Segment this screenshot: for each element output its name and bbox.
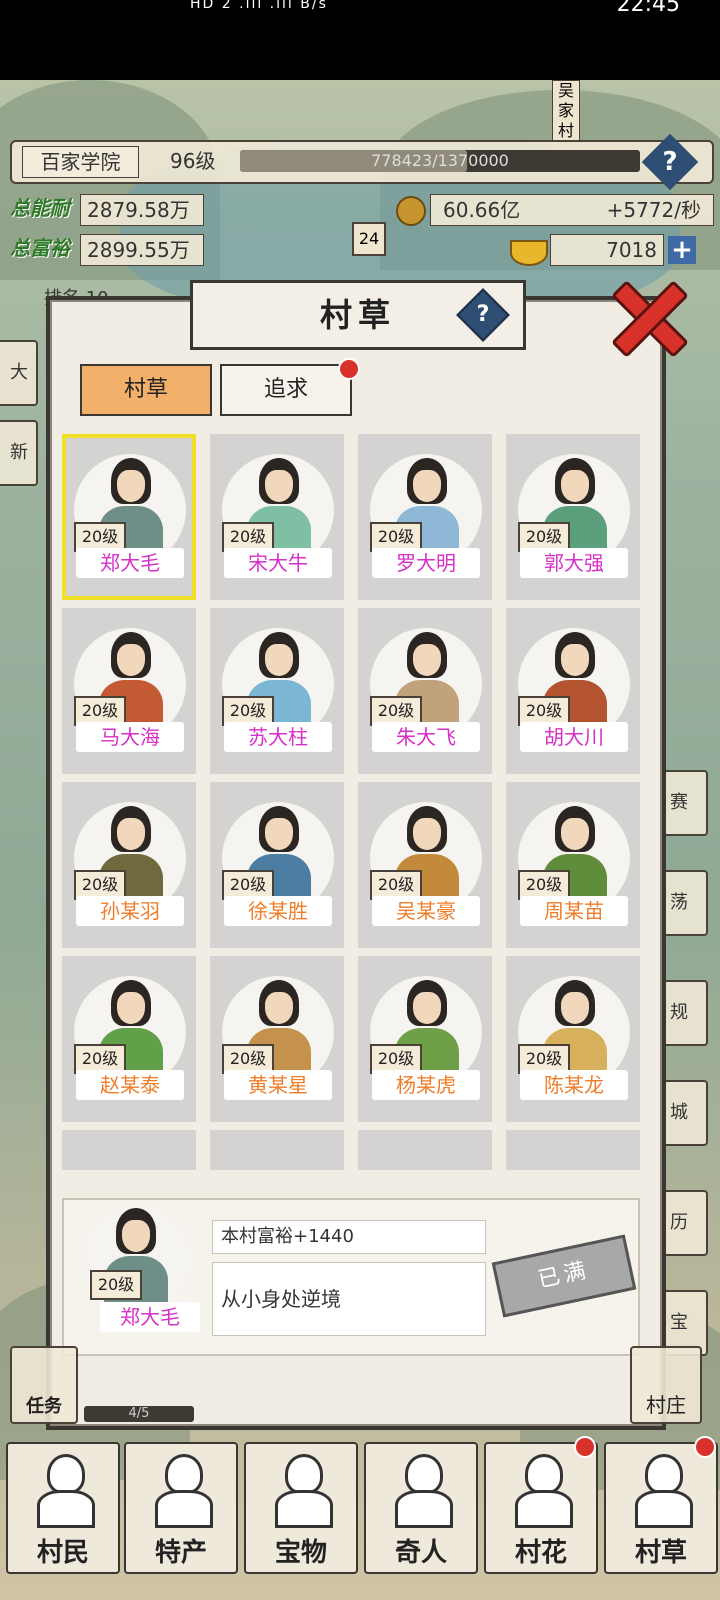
character-name: 孙某羽 — [76, 896, 184, 926]
character-name: 赵某泰 — [76, 1070, 184, 1100]
specialty-icon — [151, 1454, 213, 1528]
character-name: 马大海 — [76, 722, 184, 752]
character-card[interactable]: 20级 罗大明 — [358, 434, 492, 600]
map-sign[interactable]: 吴家村 — [552, 80, 580, 142]
village-belle-icon — [511, 1454, 573, 1528]
nav-strangers[interactable]: 奇人 — [364, 1442, 478, 1574]
character-card[interactable]: 20级 马大海 — [62, 608, 196, 774]
side-button-da[interactable]: 大 — [0, 340, 38, 406]
coin-rate: +5772/秒 — [606, 198, 701, 222]
detail-description: 从小身处逆境 — [212, 1262, 486, 1336]
notification-dot — [338, 358, 360, 380]
character-card-partial[interactable] — [62, 1130, 196, 1170]
add-ingot-button[interactable]: + — [668, 236, 696, 264]
character-name: 黄某星 — [224, 1070, 332, 1100]
character-card[interactable]: 20级 徐某胜 — [210, 782, 344, 948]
character-card[interactable]: 20级 朱大飞 — [358, 608, 492, 774]
detail-bonus: 本村富裕+1440 — [212, 1220, 486, 1254]
task-progress: 4/5 — [84, 1406, 194, 1422]
detail-name: 郑大毛 — [100, 1302, 200, 1332]
college-level: 96级 — [170, 149, 216, 173]
college-name[interactable]: 百家学院 — [22, 146, 139, 178]
character-card[interactable]: 20级 苏大柱 — [210, 608, 344, 774]
character-name: 朱大飞 — [372, 722, 480, 752]
village-belle-dot — [574, 1436, 596, 1458]
help-icon[interactable]: ? — [641, 133, 699, 191]
total-ability-label: 总能耐 — [10, 196, 70, 220]
character-name: 杨某虎 — [372, 1070, 480, 1100]
nav-specialty[interactable]: 特产 — [124, 1442, 238, 1574]
character-card[interactable]: 20级 杨某虎 — [358, 956, 492, 1122]
ingot-icon — [510, 240, 548, 266]
character-card-partial[interactable] — [358, 1130, 492, 1170]
character-card[interactable]: 20级 黄某星 — [210, 956, 344, 1122]
character-name: 陈某龙 — [520, 1070, 628, 1100]
task-button[interactable]: 任务 — [10, 1346, 78, 1424]
village-button[interactable]: 村庄 — [630, 1346, 702, 1424]
stranger-icon — [391, 1454, 453, 1528]
coin-box: 60.66亿 +5772/秒 — [430, 194, 714, 226]
detail-level-badge: 20级 — [90, 1270, 142, 1300]
character-name: 郭大强 — [520, 548, 628, 578]
total-ability-value: 2879.58万 — [80, 194, 204, 226]
character-card[interactable]: 20级 周某苗 — [506, 782, 640, 948]
character-card[interactable]: 20级 胡大川 — [506, 608, 640, 774]
character-name: 宋大牛 — [224, 548, 332, 578]
ingot-value: 7018 — [550, 234, 664, 266]
character-card[interactable]: 20级 郑大毛 — [62, 434, 196, 600]
nav-treasure[interactable]: 宝物 — [244, 1442, 358, 1574]
clock: 22:45 — [616, 0, 680, 17]
tab-pursuit[interactable]: 追求 — [220, 364, 352, 416]
character-name: 苏大柱 — [224, 722, 332, 752]
character-name: 周某苗 — [520, 896, 628, 926]
villager-icon — [33, 1454, 95, 1528]
coin-icon — [396, 196, 426, 226]
character-card-partial[interactable] — [210, 1130, 344, 1170]
xp-bar: 778423/1370000 — [240, 150, 640, 172]
nav-villagers[interactable]: 村民 — [6, 1442, 120, 1574]
character-name: 胡大川 — [520, 722, 628, 752]
full-status-stamp: 已满 — [491, 1234, 637, 1318]
character-detail: 20级 郑大毛 本村富裕+1440 从小身处逆境 已满 — [62, 1198, 640, 1356]
status-left: HD 2 .ıll .ıll B/s — [190, 0, 328, 12]
xp-text: 778423/1370000 — [371, 151, 509, 170]
character-name: 郑大毛 — [76, 548, 184, 578]
character-name: 罗大明 — [372, 548, 480, 578]
nav-village-belle[interactable]: 村花 — [484, 1442, 598, 1574]
character-card-partial[interactable] — [506, 1130, 640, 1170]
tab-cuncao[interactable]: 村草 — [80, 364, 212, 416]
character-card[interactable]: 20级 孙某羽 — [62, 782, 196, 948]
task-label: 任务 — [26, 1396, 62, 1417]
coin-value: 60.66亿 — [443, 198, 521, 222]
close-icon[interactable] — [611, 280, 689, 358]
village-beau-dot — [694, 1436, 716, 1458]
total-wealth-label: 总富裕 — [10, 236, 70, 260]
character-card[interactable]: 20级 郭大强 — [506, 434, 640, 600]
character-card[interactable]: 20级 赵某泰 — [62, 956, 196, 1122]
day-badge: 24 — [352, 222, 386, 256]
status-bar: HD 2 .ıll .ıll B/s 22:45 — [0, 0, 720, 80]
character-name: 吴某豪 — [372, 896, 480, 926]
character-card[interactable]: 20级 陈某龙 — [506, 956, 640, 1122]
total-wealth-value: 2899.55万 — [80, 234, 204, 266]
character-card[interactable]: 20级 宋大牛 — [210, 434, 344, 600]
character-card[interactable]: 20级 吴某豪 — [358, 782, 492, 948]
nav-village-beau[interactable]: 村草 — [604, 1442, 718, 1574]
treasure-icon — [271, 1454, 333, 1528]
village-beau-icon — [631, 1454, 693, 1528]
side-button-xin[interactable]: 新 — [0, 420, 38, 486]
character-grid: 20级 郑大毛 20级 宋大牛 20级 罗大明 20级 郭大强 20级 马大海 20级 苏大柱 20级朱… — [62, 434, 642, 1170]
village-label: 村庄 — [646, 1393, 686, 1417]
character-name: 徐某胜 — [224, 896, 332, 926]
